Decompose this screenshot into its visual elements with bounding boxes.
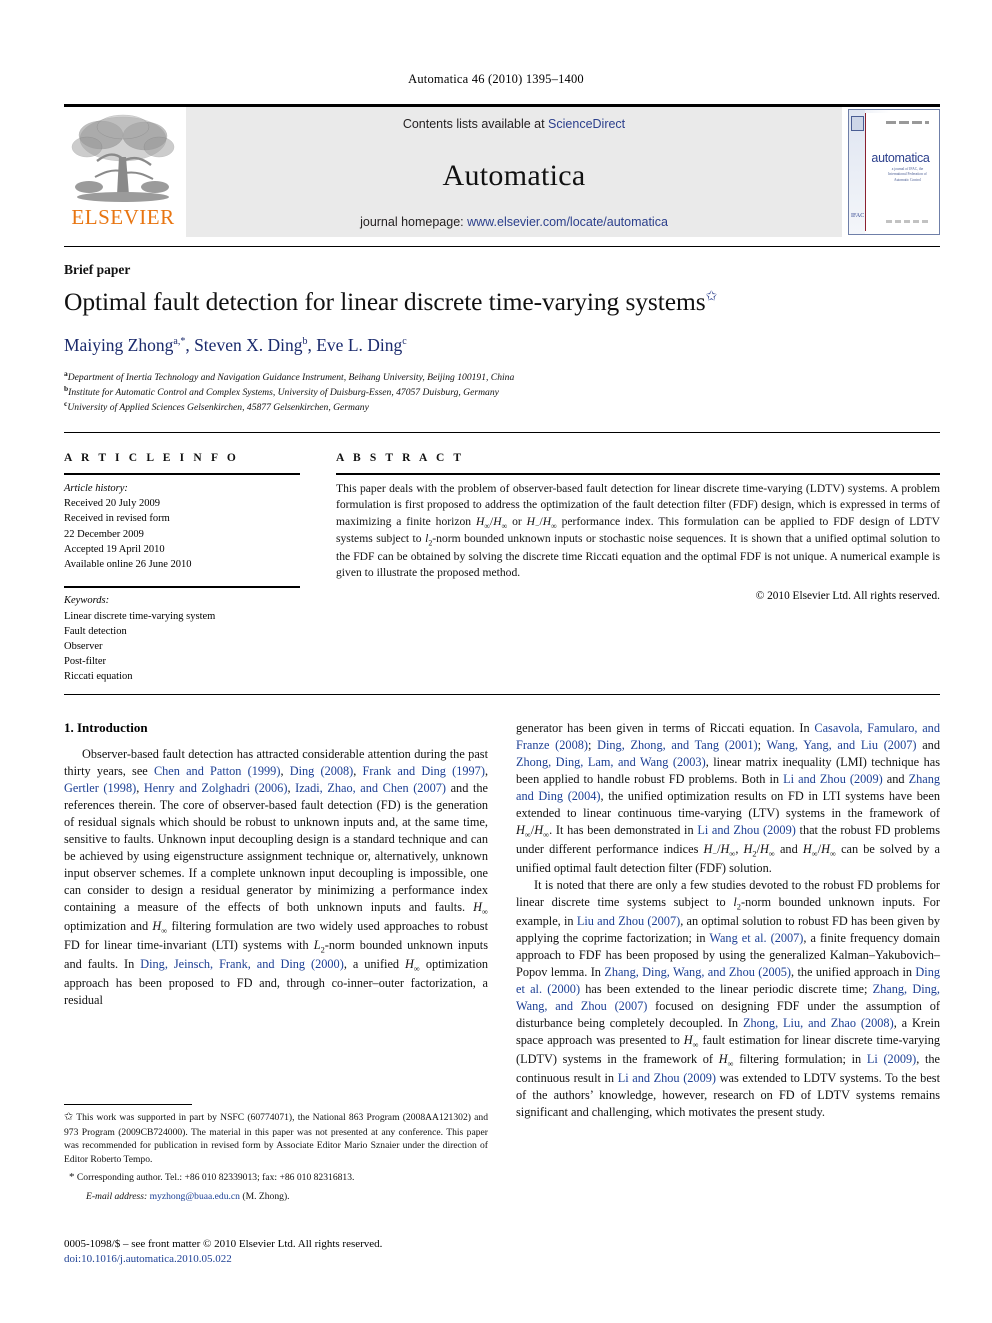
history-item-0: Received 20 July 2009	[64, 498, 160, 510]
title-top-rule	[64, 246, 940, 247]
journal-title: Automatica	[442, 159, 586, 192]
intro-paragraph-left-1: Observer-based fault detection has attra…	[64, 747, 489, 1008]
footnote-rule	[64, 1104, 192, 1105]
contents-prefix: Contents lists available at	[402, 117, 549, 131]
keyword-0: Linear discrete time-varying system	[64, 610, 216, 622]
body-column-left: 1. Introduction Observer-based fault det…	[64, 720, 488, 1009]
affiliation-c: cUniversity of Applied Sciences Gelsenki…	[64, 398, 924, 416]
abstract-rule	[336, 473, 940, 475]
info-top-rule	[64, 432, 940, 433]
abstract-panel: A B S T R A C T This paper deals with th…	[336, 452, 940, 602]
cover-header-rule	[886, 121, 929, 124]
footnote-area: ✩ This work was supported in part by NSF…	[64, 1104, 488, 1204]
history-item-1: Received in revised form	[64, 513, 170, 525]
keywords-label: Keywords:	[64, 595, 110, 607]
imprint-block: 0005-1098/$ – see front matter © 2010 El…	[64, 1237, 564, 1267]
elsevier-logo: ELSEVIER	[64, 107, 182, 237]
ifac-bottom-icon: IFAC	[851, 213, 865, 219]
contents-available-line: Contents lists available at ScienceDirec…	[403, 117, 625, 131]
running-head: Automatica 46 (2010) 1395–1400	[408, 72, 584, 86]
keyword-4: Riccati equation	[64, 671, 133, 683]
article-info-heading: A R T I C L E I N F O	[64, 452, 239, 464]
article-info-rule	[64, 473, 300, 475]
cover-journal-name: automatica	[871, 151, 930, 165]
cover-footer-rule	[886, 220, 929, 223]
article-page: Automatica 46 (2010) 1395–1400 ELSEVIER …	[0, 0, 992, 1323]
history-item-3: Accepted 19 April 2010	[64, 543, 165, 555]
history-item-4: Available online 26 June 2010	[64, 559, 192, 571]
history-item-2: 22 December 2009	[64, 528, 144, 540]
article-info-panel: A R T I C L E I N F O Article history: R…	[64, 452, 300, 685]
section-heading-introduction: 1. Introduction	[64, 720, 148, 735]
cover-subtitle: a journal of IFAC, the International Fed…	[888, 167, 927, 182]
body-column-right: generator has been given in terms of Ric…	[516, 720, 940, 1121]
author-list[interactable]: Maiying Zhonga,*, Steven X. Dingb, Eve L…	[64, 335, 924, 356]
elsevier-tree-icon	[71, 114, 175, 202]
article-title-text: Optimal fault detection for linear discr…	[64, 287, 706, 316]
issn-line: 0005-1098/$ – see front matter © 2010 El…	[64, 1238, 383, 1250]
journal-band: Contents lists available at ScienceDirec…	[186, 107, 842, 237]
keywords-block: Keywords: Linear discrete time-varying s…	[64, 586, 300, 684]
sciencedirect-link[interactable]: ScienceDirect	[548, 117, 625, 131]
keyword-2: Observer	[64, 640, 103, 652]
title-footnote-marker[interactable]: ✩	[706, 290, 718, 305]
abstract-heading: A B S T R A C T	[336, 452, 465, 464]
keyword-1: Fault detection	[64, 625, 127, 637]
article-history-label: Article history:	[64, 483, 128, 494]
journal-masthead: ELSEVIER Contents lists available at Sci…	[64, 104, 940, 237]
footnote-email: E-mail address: myzhong@buaa.edu.cn (M. …	[64, 1190, 488, 1204]
page-title: Optimal fault detection for linear discr…	[64, 287, 924, 317]
email-suffix: (M. Zhong).	[242, 1191, 290, 1203]
homepage-prefix: journal homepage:	[360, 215, 468, 229]
abstract-copyright: © 2010 Elsevier Ltd. All rights reserved…	[755, 589, 940, 602]
journal-homepage-link[interactable]: www.elsevier.com/locate/automatica	[467, 215, 668, 229]
affiliation-a-text: Department of Inertia Technology and Nav…	[67, 372, 515, 384]
affiliation-b-text: Institute for Automatic Control and Comp…	[68, 387, 499, 399]
abstract-text: This paper deals with the problem of obs…	[336, 482, 940, 580]
footnote-funding: ✩ This work was supported in part by NSF…	[64, 1111, 488, 1165]
journal-homepage-line: journal homepage: www.elsevier.com/locat…	[360, 215, 668, 229]
doi-link[interactable]: doi:10.1016/j.automatica.2010.05.022	[64, 1252, 564, 1267]
body-top-rule	[64, 694, 940, 695]
intro-paragraph-right-2: It is noted that there are only a few st…	[516, 878, 941, 1120]
ifac-logo-icon	[851, 116, 864, 131]
footnote-corresponding-author: * Corresponding author. Tel.: +86 010 82…	[69, 1171, 355, 1184]
elsevier-wordmark: ELSEVIER	[71, 205, 175, 229]
cover-face: automatica a journal of IFAC, the Intern…	[865, 113, 935, 231]
affiliation-c-text: University of Applied Sciences Gelsenkir…	[67, 402, 369, 414]
email-link[interactable]: myzhong@buaa.edu.cn	[150, 1191, 240, 1202]
intro-paragraph-right-1: generator has been given in terms of Ric…	[516, 721, 941, 876]
keyword-3: Post-filter	[64, 656, 106, 668]
article-type-label: Brief paper	[64, 262, 131, 277]
email-label: E-mail address:	[86, 1191, 148, 1203]
journal-cover-thumbnail[interactable]: IFAC automatica a journal of IFAC, the I…	[848, 109, 940, 235]
